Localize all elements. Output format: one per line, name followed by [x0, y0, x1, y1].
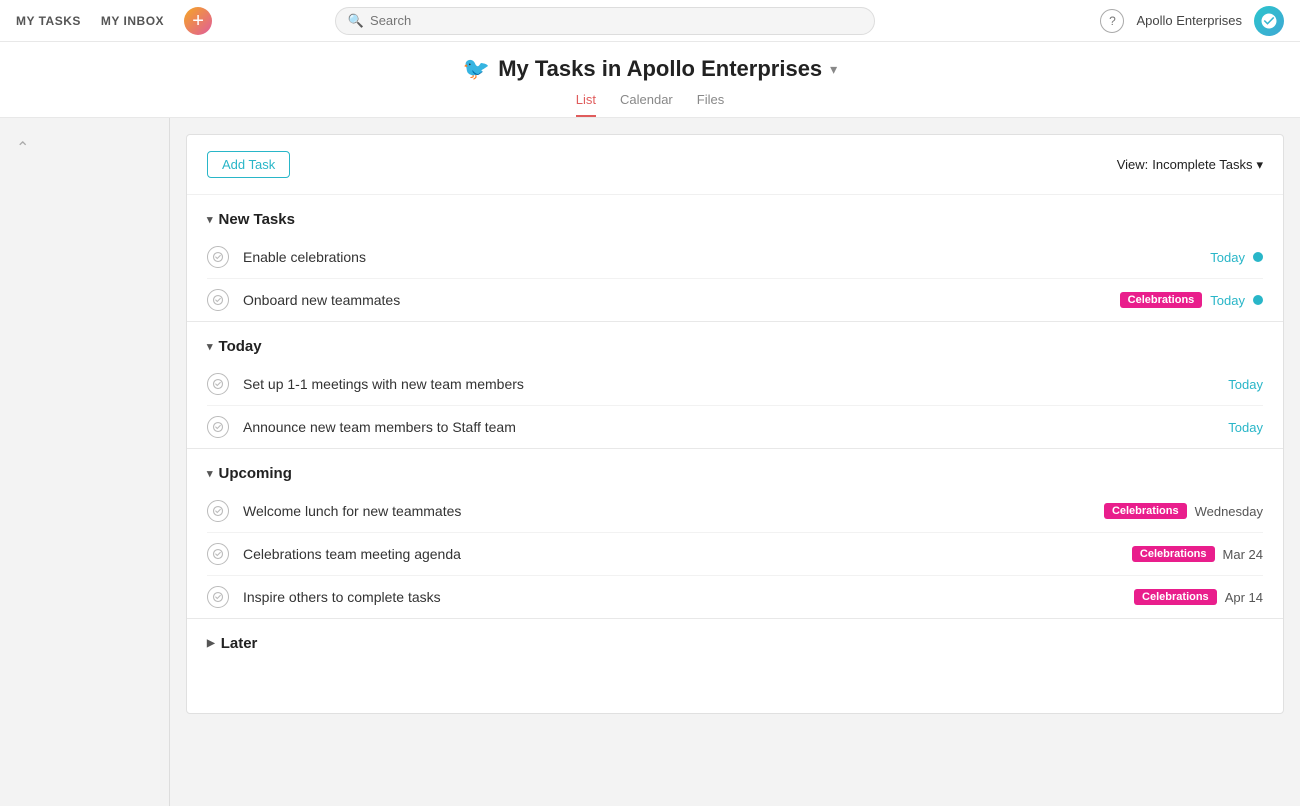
section-today: ▾ Today Set up 1-1 meetings with new tea… [187, 322, 1283, 448]
sidebar-collapse-arrow[interactable]: ⌃ [0, 130, 169, 166]
task-name: Set up 1-1 meetings with new team member… [243, 376, 1228, 392]
section-header-today[interactable]: ▾ Today [207, 322, 1263, 363]
task-checkbox[interactable] [207, 586, 229, 608]
task-meta: Celebrations Wednesday [1104, 503, 1263, 519]
today-dot [1253, 252, 1263, 262]
task-name: Enable celebrations [243, 249, 1210, 265]
sidebar: ⌃ [0, 118, 170, 806]
content-area: Add Task View: Incomplete Tasks ▾ ▾ New … [170, 118, 1300, 806]
task-name: Inspire others to complete tasks [243, 589, 1134, 605]
task-checkbox[interactable] [207, 416, 229, 438]
view-value: Incomplete Tasks [1152, 157, 1252, 172]
task-meta: Today [1210, 250, 1263, 265]
celebrations-tag: Celebrations [1104, 503, 1187, 519]
task-name: Announce new team members to Staff team [243, 419, 1228, 435]
today-dot [1253, 295, 1263, 305]
task-meta: Celebrations Today [1120, 292, 1263, 308]
tab-files[interactable]: Files [697, 92, 724, 117]
section-new-tasks: ▾ New Tasks Enable celebrations Today [187, 195, 1283, 321]
task-name: Celebrations team meeting agenda [243, 546, 1132, 562]
task-row[interactable]: Celebrations team meeting agenda Celebra… [207, 533, 1263, 576]
task-checkbox[interactable] [207, 246, 229, 268]
page-title-chevron[interactable]: ▾ [830, 61, 837, 78]
section-later: ▶ Later [187, 619, 1283, 668]
tab-calendar[interactable]: Calendar [620, 92, 673, 117]
section-arrow-later: ▶ [207, 638, 215, 649]
task-checkbox[interactable] [207, 500, 229, 522]
due-date: Mar 24 [1223, 547, 1263, 562]
task-meta: Celebrations Apr 14 [1134, 589, 1263, 605]
celebrations-tag: Celebrations [1120, 292, 1203, 308]
view-filter[interactable]: View: Incomplete Tasks ▾ [1117, 157, 1263, 173]
search-icon: 🔍 [348, 13, 364, 29]
task-row[interactable]: Set up 1-1 meetings with new team member… [207, 363, 1263, 406]
due-date: Today [1228, 377, 1263, 392]
task-meta: Today [1228, 420, 1263, 435]
view-chevron: ▾ [1256, 157, 1263, 173]
section-header-new-tasks[interactable]: ▾ New Tasks [207, 195, 1263, 236]
page-title-row: 🐦 My Tasks in Apollo Enterprises ▾ [463, 56, 837, 82]
content-toolbar: Add Task View: Incomplete Tasks ▾ [187, 135, 1283, 195]
page-title: My Tasks in Apollo Enterprises [498, 56, 822, 82]
nav-right: ? Apollo Enterprises [1100, 6, 1284, 36]
due-date: Today [1228, 420, 1263, 435]
celebrations-tag: Celebrations [1134, 589, 1217, 605]
task-row[interactable]: Welcome lunch for new teammates Celebrat… [207, 490, 1263, 533]
section-header-later[interactable]: ▶ Later [207, 619, 1263, 668]
task-row[interactable]: Announce new team members to Staff team … [207, 406, 1263, 448]
view-label: View: [1117, 157, 1149, 172]
section-label-new-tasks: New Tasks [219, 211, 295, 228]
help-button[interactable]: ? [1100, 9, 1124, 33]
main-layout: ⌃ Add Task View: Incomplete Tasks ▾ ▾ Ne… [0, 118, 1300, 806]
add-button[interactable]: + [184, 7, 212, 35]
due-date: Today [1210, 250, 1245, 265]
due-date: Wednesday [1195, 504, 1263, 519]
section-header-upcoming[interactable]: ▾ Upcoming [207, 449, 1263, 490]
section-label-today: Today [219, 338, 262, 355]
page-header: 🐦 My Tasks in Apollo Enterprises ▾ List … [0, 42, 1300, 118]
due-date: Today [1210, 293, 1245, 308]
tabs: List Calendar Files [576, 92, 724, 117]
search-input[interactable] [370, 13, 862, 28]
section-arrow-new-tasks: ▾ [207, 213, 213, 226]
section-arrow-upcoming: ▾ [207, 467, 213, 480]
section-upcoming: ▾ Upcoming Welcome lunch for new teammat… [187, 449, 1283, 618]
task-row[interactable]: Inspire others to complete tasks Celebra… [207, 576, 1263, 618]
org-name-label: Apollo Enterprises [1136, 13, 1242, 28]
add-task-button[interactable]: Add Task [207, 151, 290, 178]
my-tasks-link[interactable]: MY TASKS [16, 14, 81, 28]
search-bar: 🔍 [335, 7, 875, 35]
celebrations-tag: Celebrations [1132, 546, 1215, 562]
task-row[interactable]: Onboard new teammates Celebrations Today [207, 279, 1263, 321]
task-meta: Celebrations Mar 24 [1132, 546, 1263, 562]
task-name: Welcome lunch for new teammates [243, 503, 1104, 519]
task-checkbox[interactable] [207, 373, 229, 395]
task-meta: Today [1228, 377, 1263, 392]
tab-list[interactable]: List [576, 92, 596, 117]
section-arrow-today: ▾ [207, 340, 213, 353]
my-inbox-link[interactable]: MY INBOX [101, 14, 164, 28]
task-name: Onboard new teammates [243, 292, 1120, 308]
content-inner: Add Task View: Incomplete Tasks ▾ ▾ New … [186, 134, 1284, 714]
avatar[interactable] [1254, 6, 1284, 36]
task-row[interactable]: Enable celebrations Today [207, 236, 1263, 279]
section-label-upcoming: Upcoming [219, 465, 292, 482]
task-checkbox[interactable] [207, 543, 229, 565]
page-icon: 🐦 [463, 56, 490, 82]
top-nav: MY TASKS MY INBOX + 🔍 ? Apollo Enterpris… [0, 0, 1300, 42]
due-date: Apr 14 [1225, 590, 1263, 605]
section-label-later: Later [221, 635, 258, 652]
task-checkbox[interactable] [207, 289, 229, 311]
